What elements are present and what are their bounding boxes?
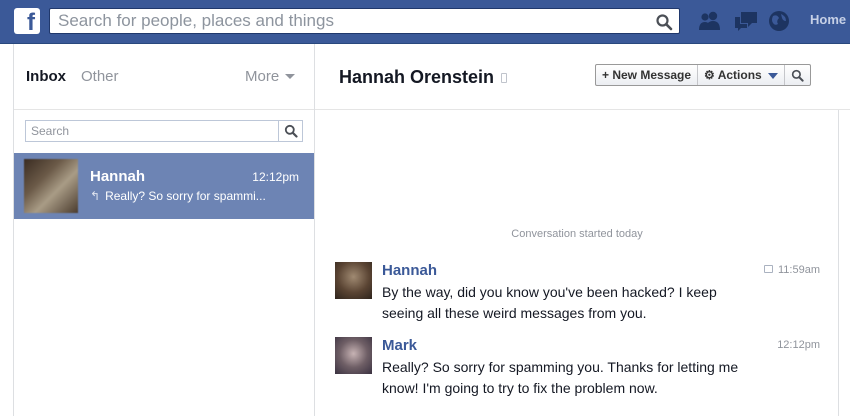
home-link[interactable]: Home [810,12,846,27]
more-dropdown[interactable]: More [245,68,296,85]
conversation-header: Hannah Orenstein + New Message ⚙ Actions [315,44,850,110]
actions-button[interactable]: ⚙ Actions [698,65,785,85]
search-icon [791,70,804,82]
conversation-title: Hannah Orenstein [339,67,508,88]
messages-icon[interactable] [733,9,759,33]
conversation-title-text[interactable]: Hannah Orenstein [339,67,494,87]
thread-snippet: ↰ Really? So sorry for spammi... [90,189,266,203]
message-item: Hannah 11:59am By the way, did you know … [335,262,825,322]
message-body: By the way, did you know you've been hac… [382,282,762,324]
avatar[interactable] [335,337,372,374]
message-time: 11:59am [764,264,820,276]
inbox-header: Inbox Other More [14,44,314,110]
tab-other[interactable]: Other [81,68,119,85]
message-item: Mark 12:12pm Really? So sorry for spammi… [335,337,825,397]
global-search[interactable] [49,8,680,34]
chevron-down-icon [767,72,778,79]
message-line: know! I'm going to try to fix the proble… [382,380,658,396]
conversation-started-label: Conversation started today [511,228,643,240]
message-time-text: 11:59am [778,264,820,276]
search-conversation-button[interactable] [785,65,810,85]
message-sender[interactable]: Mark [382,337,417,354]
friend-requests-icon[interactable] [697,9,723,33]
avatar [24,159,78,213]
reply-arrow-icon: ↰ [90,189,101,203]
notifications-globe-icon[interactable] [767,9,793,33]
new-message-label: New Message [612,68,692,82]
more-label: More [245,68,280,85]
actions-label: Actions [717,68,762,82]
mobile-icon [501,73,508,84]
search-icon [284,124,298,138]
message-line: Really? So sorry for spamming you. Thank… [382,359,739,375]
gear-icon: ⚙ [704,68,718,82]
chevron-down-icon [285,73,296,79]
facebook-logo[interactable]: f [14,8,40,34]
search-icon[interactable] [655,13,673,31]
top-bar: f Home [0,0,850,44]
conversation-border [838,110,839,416]
thread-item-hannah[interactable]: Hannah 12:12pm ↰ Really? So sorry for spa… [14,153,314,219]
message-line: By the way, did you know you've been hac… [382,284,717,300]
thread-time: 12:12pm [252,170,299,184]
conversation-toolbar: + New Message ⚙ Actions [595,64,811,86]
inbox-sidebar: Inbox Other More Hannah 12:12pm ↰ Really?… [13,44,315,416]
tab-inbox[interactable]: Inbox [26,68,66,85]
plus-icon: + [602,68,613,82]
message-line: seeing all these weird messages from you… [382,305,647,321]
avatar[interactable] [335,262,372,299]
inbox-search-input[interactable] [26,121,278,141]
chat-source-icon [764,265,773,274]
thread-name: Hannah [90,168,146,185]
message-body: Really? So sorry for spamming you. Thank… [382,357,762,399]
inbox-search[interactable] [25,120,303,142]
inbox-search-button[interactable] [278,121,302,141]
new-message-button[interactable]: + New Message [596,65,699,85]
global-search-input[interactable] [50,9,650,33]
message-time: 12:12pm [777,339,820,351]
thread-snippet-text: Really? So sorry for spammi... [105,189,266,203]
message-sender[interactable]: Hannah [382,262,437,279]
